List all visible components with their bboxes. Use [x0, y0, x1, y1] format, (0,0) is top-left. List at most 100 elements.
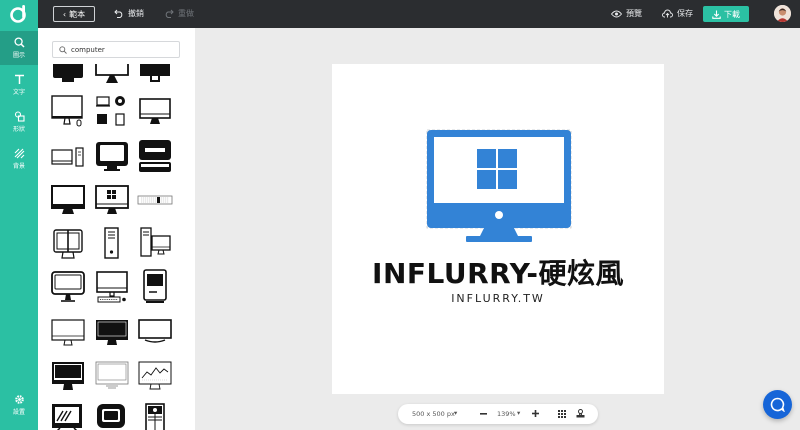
background-icon: [14, 148, 24, 159]
icon-result-3[interactable]: [137, 64, 173, 94]
icon-result-17[interactable]: [94, 270, 130, 306]
monitor-icon: [51, 271, 85, 302]
icon-search-box[interactable]: [52, 41, 180, 58]
monitor-icon: [53, 64, 83, 82]
desktop-tower-icon: [140, 227, 171, 257]
stamp-icon[interactable]: [576, 409, 585, 418]
icon-result-2[interactable]: [94, 64, 130, 94]
app-logo[interactable]: [0, 0, 38, 28]
search-icon: [59, 46, 67, 54]
device-set-icon: [96, 96, 125, 126]
search-icon: [13, 37, 25, 48]
monitor-icon: [52, 362, 84, 390]
undo-button[interactable]: 撤銷: [114, 8, 144, 19]
rail-item-icons[interactable]: 圖示: [0, 31, 38, 65]
icon-result-4[interactable]: [50, 94, 86, 128]
left-rail: 圖示 文字 形狀 背景 設置: [0, 28, 38, 430]
icon-result-11[interactable]: [94, 184, 130, 218]
desktop-tower-icon: [104, 227, 119, 259]
icon-result-16[interactable]: [50, 270, 86, 306]
icon-result-19[interactable]: [50, 318, 86, 348]
rail-label-shapes: 形狀: [12, 126, 25, 133]
icon-result-20[interactable]: [94, 318, 130, 348]
icon-result-1[interactable]: [50, 64, 86, 94]
zoom-out-icon[interactable]: [480, 413, 487, 415]
preview-button[interactable]: 預覽: [611, 8, 642, 19]
chevron-left-icon: ‹: [62, 9, 67, 19]
icon-result-6[interactable]: [137, 94, 173, 128]
retro-computer-icon: [143, 269, 167, 303]
zoom-level-label[interactable]: 139%: [497, 410, 516, 418]
asset-panel: [38, 28, 195, 430]
icon-result-15[interactable]: [137, 226, 173, 262]
monitor-icon[interactable]: [426, 128, 572, 246]
rail-label-settings: 設置: [12, 409, 25, 416]
rail-item-shapes[interactable]: 形狀: [0, 105, 38, 139]
icon-result-13[interactable]: [50, 226, 86, 262]
icon-result-27[interactable]: [137, 402, 173, 430]
icon-result-10[interactable]: [50, 184, 86, 218]
zoom-toolbar: 500 x 500 px ▾ 139% ▾: [398, 404, 598, 424]
monitor-icon: [139, 98, 171, 124]
monitor-icon: [96, 320, 128, 345]
rail-item-settings[interactable]: 設置: [0, 388, 38, 422]
rail-label-icons: 圖示: [12, 52, 25, 59]
preview-label: 預覽: [626, 9, 642, 18]
icon-result-12[interactable]: [137, 194, 173, 208]
design-canvas[interactable]: INFLURRY-硬炫風 INFLURRY.TW: [332, 64, 664, 394]
desktop-tower-icon: [145, 403, 165, 430]
rail-item-background[interactable]: 背景: [0, 142, 38, 176]
gear-icon: [14, 395, 24, 404]
logo-subtitle-text[interactable]: INFLURRY.TW: [332, 292, 664, 305]
size-dropdown-caret-icon[interactable]: ▾: [454, 409, 457, 417]
icon-result-21[interactable]: [137, 318, 173, 348]
icon-result-9[interactable]: [137, 138, 173, 174]
zoom-in-icon[interactable]: [532, 410, 539, 417]
monitor-icon: [95, 64, 129, 83]
zoom-dropdown-caret-icon[interactable]: ▾: [517, 409, 520, 417]
logo-title-text[interactable]: INFLURRY-硬炫風: [332, 252, 664, 292]
back-to-templates-button[interactable]: ‹ 範本: [53, 6, 95, 22]
icon-result-26[interactable]: [94, 402, 130, 430]
monitor-with-keyboard-icon: [96, 271, 128, 303]
canvas-size-label[interactable]: 500 x 500 px: [412, 410, 455, 418]
top-bar: ‹ 範本 撤銷 重做 預覽 保存 下載: [0, 0, 800, 28]
icon-search-input[interactable]: [71, 43, 176, 56]
monitor-icon: [53, 229, 83, 259]
rail-label-text: 文字: [12, 89, 25, 96]
download-icon: [712, 10, 721, 19]
icon-result-18[interactable]: [137, 268, 173, 306]
save-label: 保存: [677, 9, 693, 18]
rail-label-background: 背景: [12, 163, 25, 170]
monitor-icon: [52, 404, 82, 430]
download-button[interactable]: 下載: [703, 6, 749, 22]
monitor-with-mouse-icon: [51, 95, 83, 127]
icon-result-5[interactable]: [94, 94, 130, 128]
avatar-icon: [774, 5, 791, 22]
monitor-icon: [140, 64, 170, 82]
logo-icon: [10, 5, 26, 23]
save-button[interactable]: 保存: [662, 8, 693, 19]
retro-computer-icon: [139, 140, 171, 172]
user-avatar[interactable]: [774, 5, 791, 22]
redo-button[interactable]: 重做: [164, 8, 194, 19]
icon-result-23[interactable]: [94, 360, 130, 392]
icon-result-24[interactable]: [137, 360, 173, 392]
icon-result-25[interactable]: [50, 402, 86, 430]
icon-result-22[interactable]: [50, 360, 86, 392]
rail-item-text[interactable]: 文字: [0, 68, 38, 102]
help-chat-button[interactable]: [763, 390, 792, 419]
chat-bubble-icon: [770, 397, 785, 412]
retro-computer-icon: [97, 404, 125, 428]
redo-icon: [165, 9, 174, 18]
icon-result-7[interactable]: [50, 142, 86, 172]
cloud-upload-icon: [662, 9, 673, 18]
monitor-icon: [51, 185, 85, 214]
desktop-tower-icon: [51, 147, 84, 167]
windows-monitor-icon: [95, 185, 129, 214]
grid-icon[interactable]: [558, 410, 566, 418]
icon-result-8[interactable]: [94, 140, 130, 174]
shapes-icon: [14, 111, 25, 122]
icon-result-14[interactable]: [94, 226, 130, 262]
monitor-chart-icon: [138, 361, 172, 390]
